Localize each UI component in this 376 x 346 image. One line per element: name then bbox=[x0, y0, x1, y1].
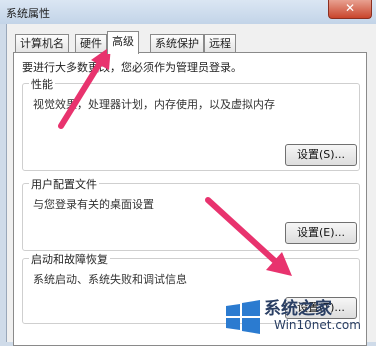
tab-advanced[interactable]: 高级 bbox=[107, 31, 139, 54]
red-arrow-annotation-top bbox=[58, 46, 111, 129]
performance-title: 性能 bbox=[29, 76, 55, 92]
arrow-shaft bbox=[205, 197, 279, 265]
startup-recovery-title: 启动和故障恢复 bbox=[29, 251, 110, 267]
title-bar: 系统属性 ✕ bbox=[0, 0, 376, 24]
tab-system-protection[interactable]: 系统保护 bbox=[150, 34, 204, 53]
close-icon: ✕ bbox=[344, 1, 356, 15]
tab-remote[interactable]: 远程 bbox=[204, 34, 236, 53]
startup-recovery-description: 系统启动、系统失败和调试信息 bbox=[33, 273, 187, 286]
user-profiles-group: 用户配置文件 与您登录有关的桌面设置 设置(E)... bbox=[22, 176, 360, 251]
watermark-url: Win10net.com bbox=[274, 318, 361, 332]
arrow-shaft bbox=[58, 55, 106, 129]
watermark: 系统之家 Win10net.com bbox=[218, 290, 374, 340]
windows-logo-icon bbox=[226, 300, 260, 334]
watermark-name: 系统之家 bbox=[264, 299, 332, 319]
window-title: 系统属性 bbox=[6, 7, 50, 20]
user-profiles-title: 用户配置文件 bbox=[29, 176, 99, 192]
user-profiles-description: 与您登录有关的桌面设置 bbox=[33, 198, 154, 211]
red-arrow-annotation-bottom bbox=[205, 197, 292, 276]
performance-settings-button[interactable]: 设置(S)... bbox=[285, 144, 357, 166]
close-button[interactable]: ✕ bbox=[328, 0, 372, 19]
